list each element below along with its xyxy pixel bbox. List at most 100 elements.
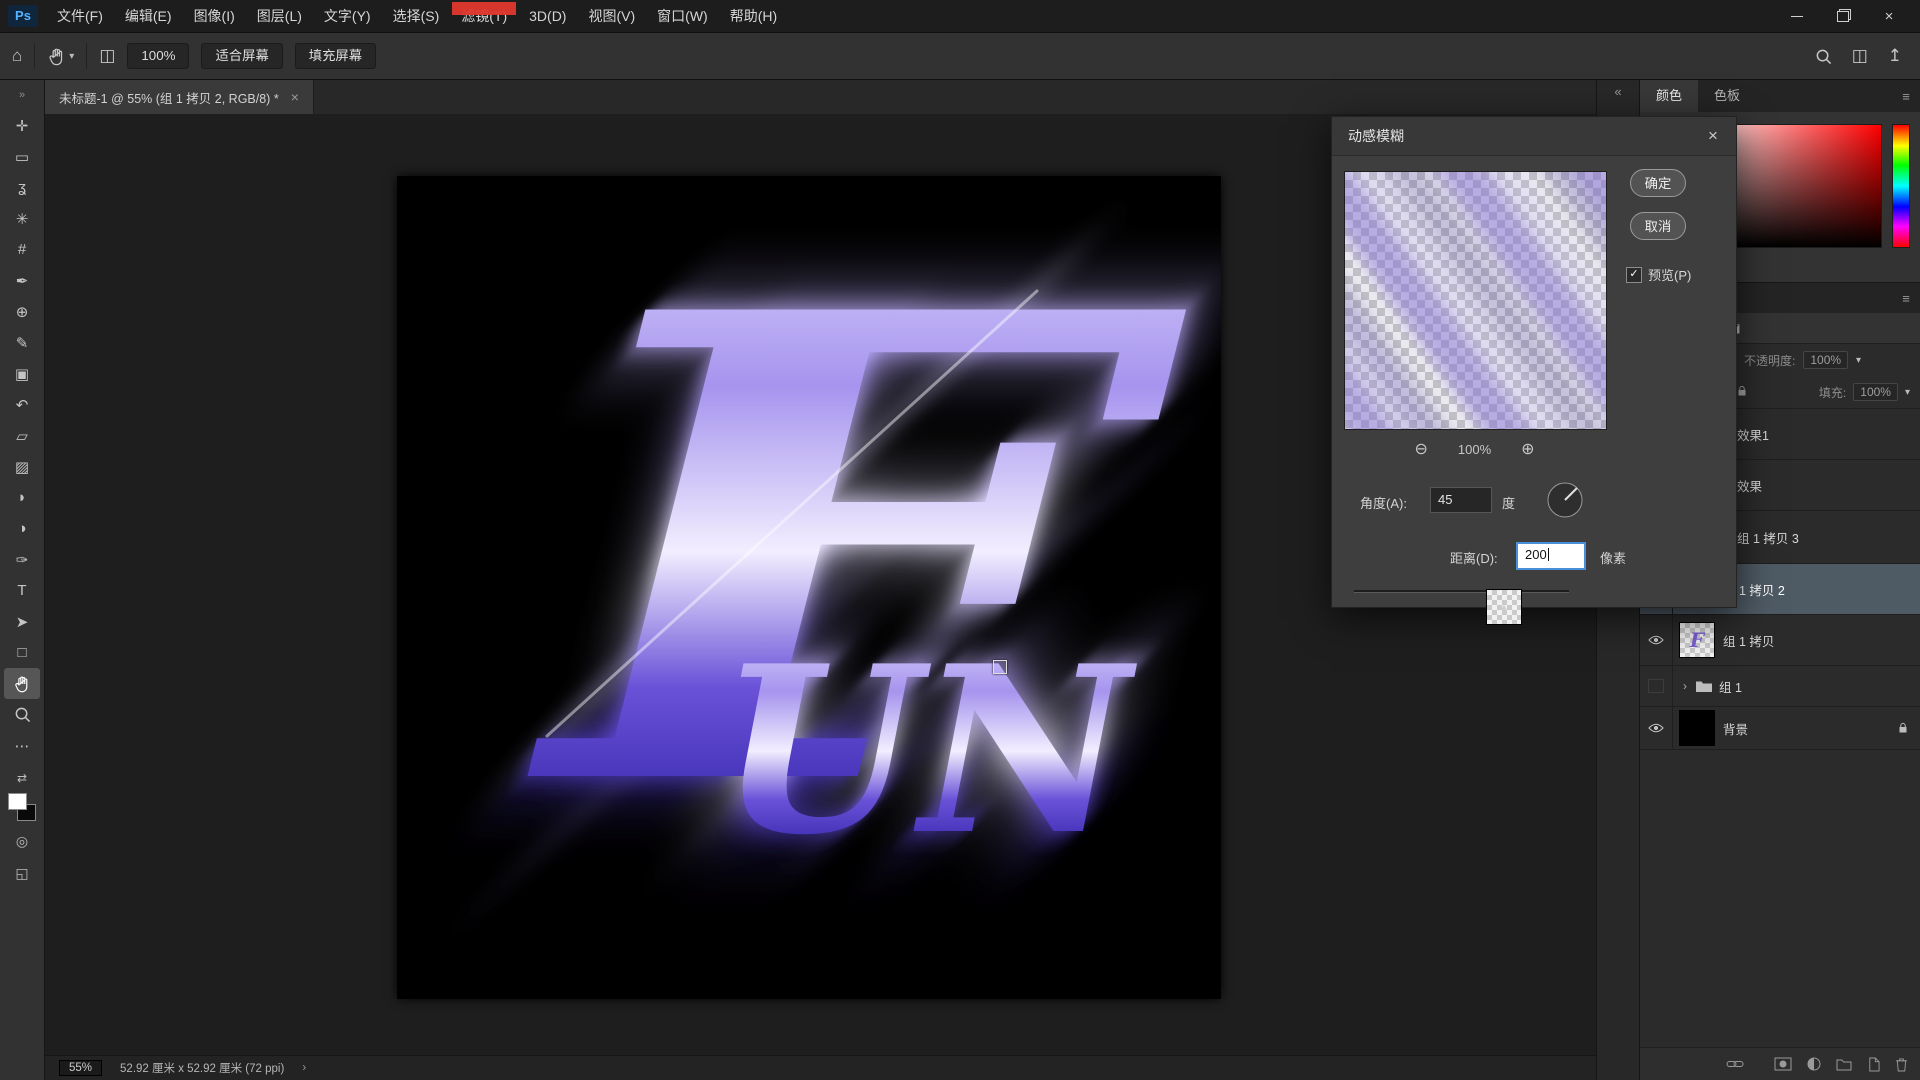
fit-screen-button[interactable]: 适合屏幕 [201, 43, 282, 69]
expand-panels-icon[interactable]: « [1614, 84, 1621, 99]
zoom-tool[interactable] [4, 699, 40, 730]
slider-thumb-icon[interactable]: ▲ [1486, 589, 1522, 625]
menu-item-layer[interactable]: 图层(L) [246, 0, 313, 32]
distance-input[interactable]: 200 [1516, 542, 1586, 570]
blur-tool[interactable]: ◗ [4, 482, 40, 513]
brush-tool[interactable]: ✎ [4, 327, 40, 358]
cancel-button[interactable]: 取消 [1630, 212, 1686, 240]
fill-value[interactable]: 100% [1853, 383, 1898, 401]
menu-item-image[interactable]: 图像(I) [183, 0, 246, 32]
color-panel-menu-icon[interactable]: ≡ [1892, 80, 1920, 112]
filter-preview[interactable] [1344, 171, 1607, 430]
status-info-chevron[interactable]: › [302, 1062, 306, 1074]
type-tool[interactable]: T [4, 575, 40, 606]
quick-selection-tool[interactable]: ✳ [4, 203, 40, 234]
layer-row-group1[interactable]: › 组 1 [1640, 666, 1920, 707]
dodge-tool[interactable]: ◑ [4, 513, 40, 544]
checkbox-check-icon[interactable]: ✓ [1626, 267, 1642, 283]
move-tool[interactable]: ✛ [4, 110, 40, 141]
search-icon[interactable] [1815, 48, 1832, 65]
healing-brush-tool[interactable]: ⊕ [4, 296, 40, 327]
marquee-tool[interactable]: ▭ [4, 141, 40, 172]
status-zoom-input[interactable]: 55% [59, 1060, 102, 1076]
menu-item-filter[interactable]: 滤镜(T) [450, 0, 518, 32]
menu-item-edit[interactable]: 编辑(E) [114, 0, 183, 32]
home-icon[interactable]: ⌂ [12, 46, 22, 66]
new-group-icon[interactable] [1836, 1058, 1852, 1071]
current-tool-hand-icon[interactable]: ▾ [47, 47, 74, 66]
lasso-tool[interactable]: ʓ [4, 172, 40, 203]
artboard[interactable]: F UN F UN [397, 176, 1221, 999]
eraser-tool[interactable]: ▱ [4, 420, 40, 451]
tab-close-icon[interactable]: × [291, 89, 299, 105]
crop-tool[interactable]: # [4, 234, 40, 265]
swap-colors-icon[interactable]: ⇄ [17, 771, 27, 785]
hue-slider[interactable] [1892, 124, 1910, 248]
layer-name[interactable]: 背景 [1723, 719, 1748, 738]
layer-name[interactable]: 组 1 拷贝 [1723, 631, 1774, 650]
slider-track[interactable] [1354, 590, 1569, 593]
dialog-close-icon[interactable]: × [1700, 123, 1726, 149]
lock-all-icon[interactable] [1737, 385, 1747, 400]
fill-dropdown-icon[interactable]: ▾ [1905, 387, 1910, 398]
menu-item-help[interactable]: 帮助(H) [719, 0, 788, 32]
edit-toolbar-button[interactable]: ⋯ [4, 730, 40, 761]
opacity-dropdown-icon[interactable]: ▾ [1856, 355, 1861, 366]
close-button[interactable]: × [1866, 0, 1912, 32]
fill-screen-button[interactable]: 填充屏幕 [295, 43, 376, 69]
distance-slider[interactable]: ▲ [1354, 585, 1569, 601]
layer-thumbnail[interactable] [1679, 710, 1715, 746]
zoom-in-icon[interactable]: ⊕ [1521, 439, 1534, 459]
zoom-100-button[interactable]: 100% [127, 43, 189, 69]
menu-item-window[interactable]: 窗口(W) [646, 0, 719, 32]
visibility-toggle[interactable] [1640, 707, 1673, 749]
menu-item-file[interactable]: 文件(F) [46, 0, 114, 32]
path-selection-tool[interactable]: ➤ [4, 606, 40, 637]
angle-dial[interactable] [1542, 477, 1588, 523]
layer-thumbnail[interactable]: F [1679, 622, 1715, 658]
layer-row-group1-copy[interactable]: F 组 1 拷贝 [1640, 615, 1920, 666]
paths-panel-menu-icon[interactable]: ≡ [1892, 283, 1920, 313]
eyedropper-tool[interactable]: ✒ [4, 265, 40, 296]
quick-mask-icon[interactable]: ◎ [16, 829, 28, 853]
hand-tool[interactable] [4, 668, 40, 699]
layer-name[interactable]: 组 1 [1719, 677, 1742, 696]
zoom-out-icon[interactable]: ⊖ [1414, 439, 1427, 459]
group-expander-icon[interactable]: › [1677, 679, 1693, 693]
menu-item-view[interactable]: 视图(V) [577, 0, 646, 32]
new-layer-icon[interactable] [1867, 1057, 1880, 1072]
preview-checkbox[interactable]: ✓ 预览(P) [1626, 265, 1691, 284]
screen-mode-icon[interactable]: ◱ [15, 861, 28, 885]
delete-layer-icon[interactable] [1895, 1057, 1908, 1072]
tile-windows-icon[interactable]: ◫ [99, 46, 115, 66]
foreground-color-swatch[interactable] [8, 793, 27, 810]
ok-button[interactable]: 确定 [1630, 169, 1686, 197]
shape-tool[interactable]: □ [4, 637, 40, 668]
workspace-icon[interactable]: ◫ [1852, 46, 1868, 66]
link-layers-icon[interactable] [1726, 1059, 1744, 1069]
dialog-title[interactable]: 动感模糊 [1332, 117, 1736, 156]
document-tab[interactable]: 未标题-1 @ 55% (组 1 拷贝 2, RGB/8) * × [45, 80, 314, 114]
minimize-button[interactable] [1774, 0, 1820, 32]
menu-item-select[interactable]: 选择(S) [382, 0, 451, 32]
visibility-cell[interactable] [1640, 666, 1673, 706]
clone-stamp-tool[interactable]: ▣ [4, 358, 40, 389]
tab-swatches[interactable]: 色板 [1698, 80, 1756, 112]
pen-tool[interactable]: ✑ [4, 544, 40, 575]
menu-item-3d[interactable]: 3D(D) [518, 0, 577, 32]
visibility-toggle[interactable] [1640, 615, 1673, 665]
restore-button[interactable] [1820, 0, 1866, 32]
menu-item-type[interactable]: 文字(Y) [313, 0, 382, 32]
gradient-tool[interactable]: ▨ [4, 451, 40, 482]
minimize-icon [1791, 16, 1803, 17]
share-icon[interactable]: ↥ [1888, 46, 1902, 66]
history-brush-tool[interactable]: ↶ [4, 389, 40, 420]
color-swatches[interactable] [7, 793, 37, 821]
layer-row-background[interactable]: 背景 [1640, 707, 1920, 750]
opacity-value[interactable]: 100% [1803, 351, 1848, 369]
angle-input[interactable]: 45 [1430, 487, 1492, 513]
add-mask-icon[interactable] [1774, 1057, 1792, 1071]
tab-color[interactable]: 颜色 [1640, 80, 1698, 112]
toolbar-collapse[interactable]: » [0, 80, 44, 110]
adjustment-layer-icon[interactable] [1807, 1057, 1821, 1071]
